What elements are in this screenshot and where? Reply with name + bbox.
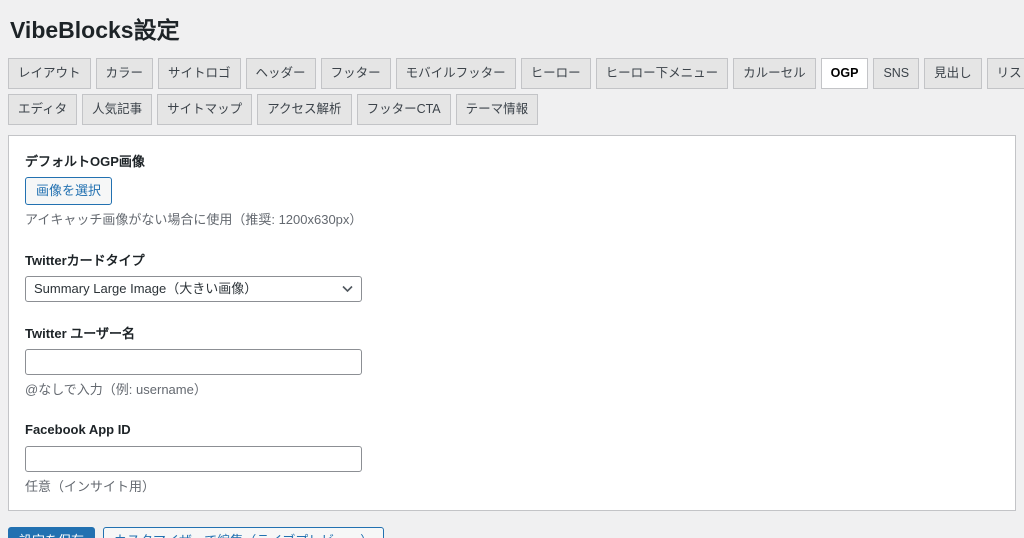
- tab-analytics[interactable]: アクセス解析: [257, 94, 352, 125]
- tab-header[interactable]: ヘッダー: [245, 58, 316, 89]
- ogp-settings-panel: デフォルトOGP画像 画像を選択 アイキャッチ画像がない場合に使用（推奨: 12…: [8, 135, 1016, 511]
- tab-site-logo[interactable]: サイトロゴ: [158, 58, 241, 89]
- field-facebook-app-id: Facebook App ID 任意（インサイト用）: [25, 422, 999, 495]
- facebook-app-id-input[interactable]: [25, 445, 362, 472]
- tab-footer[interactable]: フッター: [320, 58, 391, 89]
- footer-actions: 設定を保存 カスタマイザーで編集（ライブプレビュー）: [8, 527, 1016, 538]
- field-twitter-card-type: Twitterカードタイプ Summary Large Image（大きい画像）: [25, 253, 999, 302]
- field-twitter-username: Twitter ユーザー名 @なしで入力（例: username）: [25, 326, 999, 399]
- default-ogp-image-label: デフォルトOGP画像: [25, 154, 145, 169]
- facebook-app-id-help: 任意（インサイト用）: [25, 478, 156, 494]
- twitter-card-type-label: Twitterカードタイプ: [25, 252, 145, 268]
- tab-bar: レイアウト カラー サイトロゴ ヘッダー フッター モバイルフッター ヒーロー …: [8, 58, 1024, 125]
- save-settings-button[interactable]: 設定を保存: [8, 527, 96, 538]
- twitter-username-help: @なしで入力（例: username）: [25, 382, 207, 398]
- twitter-card-type-select-wrap: Summary Large Image（大きい画像）: [25, 275, 362, 302]
- tab-row-2: エディタ 人気記事 サイトマップ アクセス解析 フッターCTA テーマ情報: [8, 94, 1016, 125]
- tab-color[interactable]: カラー: [95, 58, 154, 89]
- tab-list[interactable]: リスト: [986, 58, 1024, 89]
- tab-heading[interactable]: 見出し: [924, 58, 982, 89]
- tab-popular-posts[interactable]: 人気記事: [82, 94, 153, 125]
- tab-layout[interactable]: レイアウト: [8, 58, 91, 89]
- tab-hero[interactable]: ヒーロー: [520, 58, 591, 89]
- tab-carousel[interactable]: カルーセル: [733, 58, 816, 89]
- tab-mobile-footer[interactable]: モバイルフッター: [395, 58, 516, 89]
- tab-hero-sub-menu[interactable]: ヒーロー下メニュー: [595, 58, 729, 89]
- twitter-username-input[interactable]: [25, 349, 362, 376]
- field-default-ogp-image: デフォルトOGP画像 画像を選択 アイキャッチ画像がない場合に使用（推奨: 12…: [25, 154, 999, 229]
- tab-sitemap[interactable]: サイトマップ: [157, 94, 253, 125]
- twitter-card-type-select[interactable]: Summary Large Image（大きい画像）: [25, 275, 362, 302]
- default-ogp-image-help: アイキャッチ画像がない場合に使用（推奨: 1200x630px）: [25, 212, 363, 228]
- tab-row-1: レイアウト カラー サイトロゴ ヘッダー フッター モバイルフッター ヒーロー …: [8, 58, 1024, 89]
- tab-sns[interactable]: SNS: [873, 58, 920, 89]
- tab-ogp[interactable]: OGP: [820, 58, 869, 89]
- twitter-username-label: Twitter ユーザー名: [25, 325, 135, 341]
- tab-footer-cta[interactable]: フッターCTA: [356, 94, 451, 125]
- page-title: VibeBlocks設定: [10, 17, 180, 43]
- settings-page: VibeBlocks設定 レイアウト カラー サイトロゴ ヘッダー フッター モ…: [0, 0, 1024, 538]
- tab-theme-info[interactable]: テーマ情報: [455, 94, 539, 125]
- customizer-edit-button[interactable]: カスタマイザーで編集（ライブプレビュー）: [103, 527, 385, 538]
- facebook-app-id-label: Facebook App ID: [25, 422, 131, 438]
- select-image-button[interactable]: 画像を選択: [25, 177, 113, 206]
- tab-editor[interactable]: エディタ: [8, 94, 78, 125]
